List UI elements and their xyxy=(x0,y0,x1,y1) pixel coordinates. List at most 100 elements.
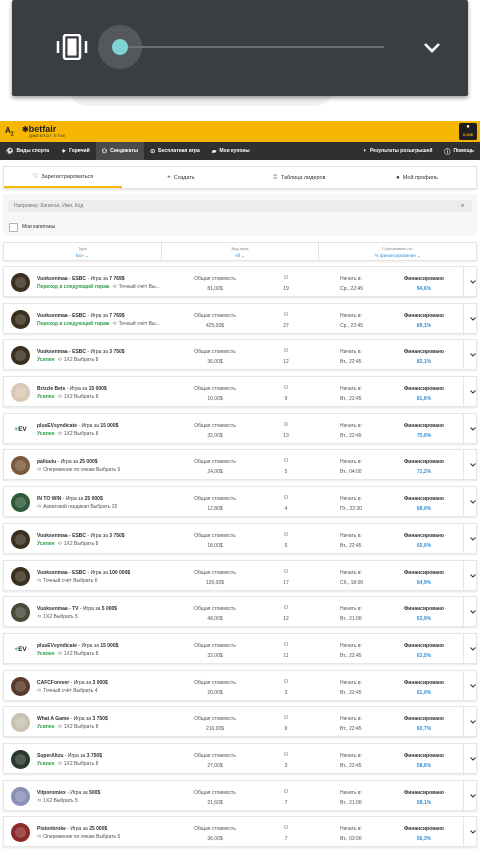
syndicate-subtitle: ⟲ 1X2 Выбрать 5 xyxy=(37,798,78,804)
chevron-down-icon[interactable] xyxy=(470,536,476,542)
syndicate-avatar xyxy=(11,823,30,843)
chevron-down-icon[interactable] xyxy=(470,609,476,615)
volume-slider-track[interactable] xyxy=(120,46,384,48)
chevron-down-icon[interactable] xyxy=(470,462,476,468)
prize-amount: 3 750$ xyxy=(86,752,102,759)
syndicate-row[interactable]: CAFCForever - Игра за 3 000$ ⟲ Точный счё… xyxy=(3,669,477,702)
game-type: Точный счёт Выбрать 4 xyxy=(43,687,98,694)
syndicate-row[interactable]: SuperAltzu - Игра за 3 750$ Усилен ⟲ 1X2 В… xyxy=(3,742,477,775)
funded-value: 65,0% xyxy=(416,542,432,549)
chevron-down-icon[interactable] xyxy=(470,829,476,835)
syndicate-row[interactable]: Vuoksenmaa - ESBC - Игра за 3 750$ Усиле… xyxy=(3,339,477,372)
syndicate-row[interactable]: Vitporomiex - Игра за 500$ ⟲ 1X2 Выбрать … xyxy=(3,779,477,812)
betfair-logo[interactable]: ✱betfair ДЖЕКПОТ ЕТКЕ xyxy=(22,124,66,138)
chevron-down-icon[interactable] xyxy=(422,38,442,58)
volume-slider-thumb[interactable] xyxy=(112,39,128,55)
syndicate-subtitle: Усилен ⟲ 1X2 Выбрать 8 xyxy=(37,724,98,730)
captain-name: IN TO WIN xyxy=(37,496,62,503)
filter-sort[interactable]: Сортировать по: % финансирования ⌄ xyxy=(319,243,476,260)
syndicate-subtitle: Усилен ⟲ 1X2 Выбрать 8 xyxy=(37,394,98,400)
syndicate-row[interactable]: + EV plusEVsyndicate - Игра за 15 000$ Ус… xyxy=(3,412,477,445)
syndicate-row[interactable]: Vuoksenmaa - ESBC - Игра за 100 000$ ⟲ То… xyxy=(3,559,477,592)
total-cost-label: Общая стоимость xyxy=(194,752,236,759)
tab-leaderboard[interactable]: ♖ Таблица лидеров xyxy=(240,167,358,188)
prize-amount: 3 750$ xyxy=(92,716,108,723)
syndicate-row[interactable]: Vuoksenmaa - ESBC - Игра за 7 769$ Перех… xyxy=(3,266,477,298)
nav-sports[interactable]: ⚽ Виды спорта xyxy=(0,142,55,160)
syndicate-row[interactable]: Brizzle Bets - Игра за 15 000$ Усилен ⟲ 1X… xyxy=(3,376,477,409)
chevron-down-icon[interactable] xyxy=(470,389,476,395)
play-for-label: Игра за xyxy=(81,642,99,649)
start-value: Вт., 22:45 xyxy=(340,396,362,403)
game-type: Точный счёт Вы... xyxy=(118,320,160,327)
syndicate-subtitle: Усилен ⟲ 1X2 Выбрать 8 xyxy=(37,541,98,547)
chevron-down-icon[interactable] xyxy=(470,426,476,432)
heart-icon: ♡ xyxy=(32,174,39,180)
filter-pool-type[interactable]: Вид пула All ⌄ xyxy=(162,243,320,260)
chevron-down-icon[interactable] xyxy=(470,352,476,358)
syndicate-avatar: + EV xyxy=(11,639,30,659)
account-button[interactable]: ● 0,00$ xyxy=(459,123,477,140)
chevron-down-icon[interactable] xyxy=(470,646,476,652)
tab-create[interactable]: + Создать xyxy=(122,167,240,188)
nav-my-coupons[interactable]: ▰ Мои купоны xyxy=(206,142,256,160)
players-value: 7 xyxy=(284,836,288,843)
nav-syndicates[interactable]: ⚇ Синдикаты xyxy=(95,142,145,160)
chevron-down-icon[interactable] xyxy=(470,316,476,322)
syndicate-row[interactable]: Vuoksenmaa - ESBC - Игра за 3 750$ Усиле… xyxy=(3,522,477,555)
row-divider xyxy=(463,597,464,629)
syndicate-subtitle: ⟲ Точный счёт Выбрать 4 xyxy=(37,688,98,694)
syndicate-title: Brizzle Bets - Игра за 15 000$ xyxy=(37,386,107,393)
syndicate-title: Pistonbroke - Игра за 25 000$ xyxy=(37,826,108,833)
row-divider xyxy=(463,267,464,298)
chevron-down-icon[interactable] xyxy=(470,279,476,285)
syndicate-row[interactable]: Vuoksenmaa - TV - Игра за 5 000$ ⟲ 1X2 Вы… xyxy=(3,596,477,629)
search-input[interactable] xyxy=(8,200,472,212)
chevron-down-icon[interactable] xyxy=(470,573,476,579)
play-for-label: Игра за xyxy=(73,679,92,686)
tab-my-profile[interactable]: ● Мой профиль xyxy=(358,167,476,188)
syndicate-row[interactable]: What A Game - Игра за 3 750$ Усилен ⟲ 1X2 … xyxy=(3,706,477,739)
vibrate-icon[interactable] xyxy=(54,34,90,60)
syndicate-row[interactable]: + EV plusEVsyndicate - Игра за 15 000$ Ус… xyxy=(3,632,477,665)
play-for-label: Игра за xyxy=(70,826,88,833)
filter-tour[interactable]: Тура Все ⌄ xyxy=(4,243,162,260)
syndicate-row[interactable]: Pistonbroke - Игра за 25 000$ ⟲ Опережени… xyxy=(3,816,477,849)
my-captains-checkbox[interactable] xyxy=(9,223,18,232)
chevron-down-icon[interactable] xyxy=(470,683,476,689)
syndicate-title: plusEVsyndicate - Игра за 15 000$ xyxy=(37,642,119,649)
chevron-down-icon[interactable] xyxy=(470,793,476,799)
syndicate-title: Vuoksenmaa - ESBC - Игра за 7 769$ xyxy=(37,312,125,319)
a-z-menu-icon[interactable]: AZ xyxy=(5,126,17,138)
players-value: 9 xyxy=(284,726,288,733)
start-time: Начать в: Вт., 22:45 xyxy=(340,349,380,365)
syndicate-avatar xyxy=(11,603,30,623)
funded: Финансировано 94,6% xyxy=(396,276,452,292)
nav-hot[interactable]: ✦ Горячий xyxy=(55,142,96,160)
play-for-label: Игра за xyxy=(90,569,108,576)
syndicate-subtitle: Усилен ⟲ 1X2 Выбрать 8 xyxy=(37,651,98,657)
start-time: Начать в: Ср., 22:45 xyxy=(340,313,380,329)
nav-free-play[interactable]: ⊙ Бесплатная игра xyxy=(144,142,206,160)
start-value: Ср., 22:45 xyxy=(340,286,364,292)
search-icon[interactable]: ⌕ xyxy=(461,203,464,210)
chevron-down-icon[interactable] xyxy=(470,756,476,762)
nav-results[interactable]: ◐ Результаты розыгрышей xyxy=(357,142,438,160)
tab-join[interactable]: ♡ Зарегистрироваться xyxy=(4,167,122,188)
my-captains-label: Мои капитаны xyxy=(22,224,56,230)
syndicate-row[interactable]: Vuoksenmaa - ESBC - Игра за 7 769$ Перех… xyxy=(3,302,477,335)
chevron-down-icon[interactable] xyxy=(470,719,476,725)
total-cost-value: 36,00$ xyxy=(207,359,223,366)
nav-help[interactable]: ⓘ Помощь xyxy=(438,142,480,160)
syndicate-avatar: + EV xyxy=(11,419,30,439)
syndicate-list: Vuoksenmaa - ESBC - Игра за 7 769$ Перех… xyxy=(3,266,477,853)
syndicate-subtitle: ⟲ Азиатский гандикап Выбрать 20 xyxy=(37,504,117,510)
row-divider xyxy=(463,780,464,812)
captain-name: Brizzle Bets xyxy=(37,386,66,393)
syndicate-row[interactable]: IN TO WIN - Игра за 25 000$ ⟲ Азиатский г… xyxy=(3,486,477,519)
syndicate-row[interactable]: palluulu - Игра за 25 000$ ⟲ Опережение п… xyxy=(3,449,477,482)
syndicate-title: Vuoksenmaa - ESBC - Игра за 100 000$ xyxy=(37,569,131,576)
game-type: 1X2 Выбрать 8 xyxy=(63,650,99,657)
chevron-down-icon[interactable] xyxy=(470,499,476,505)
prize-amount: 500$ xyxy=(89,789,101,796)
